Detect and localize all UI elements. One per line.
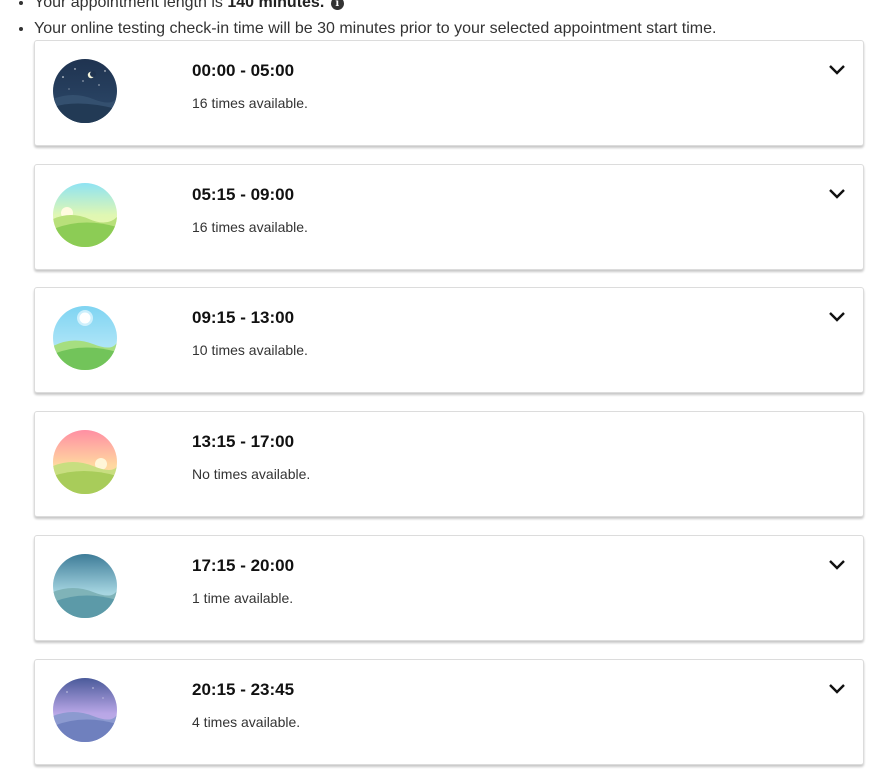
time-range: 20:15 - 23:45 [192,680,295,699]
chevron-down-icon[interactable] [827,678,847,698]
info-icon[interactable]: i [330,0,344,10]
chevron-down-icon[interactable] [827,183,847,203]
time-slot-card[interactable]: 17:15 - 20:00 1 time available. [34,535,864,641]
night-moon-icon [53,59,117,123]
time-slot-card[interactable]: 00:00 - 05:00 16 times available. [34,40,864,146]
appointment-length-value: 140 minutes. [227,0,325,11]
sunset-icon [53,430,117,494]
chevron-down-icon[interactable] [827,306,847,326]
appointment-length-item: Your appointment length is 140 minutes. … [34,0,890,16]
availability-text: 16 times available. [192,219,308,235]
time-range: 17:15 - 20:00 [192,556,295,575]
availability-text: 16 times available. [192,95,308,111]
appointment-info: Your appointment length is 140 minutes. … [0,0,890,42]
chevron-down-icon[interactable] [827,59,847,79]
sunrise-icon [53,183,117,247]
availability-text: 4 times available. [192,714,301,730]
time-slot-card: 13:15 - 17:00 No times available. [34,411,864,517]
time-range: 09:15 - 13:00 [192,308,295,327]
chevron-down-icon[interactable] [827,554,847,574]
availability-text: 10 times available. [192,342,308,358]
checkin-note-item: Your online testing check-in time will b… [34,16,890,42]
availability-text: No times available. [192,466,311,482]
availability-text: 1 time available. [192,590,294,606]
time-slot-card[interactable]: 09:15 - 13:00 10 times available. [34,287,864,393]
time-slot-card[interactable]: 05:15 - 09:00 16 times available. [34,164,864,270]
daytime-sun-icon [53,306,117,370]
time-range: 13:15 - 17:00 [192,432,295,451]
time-range: 05:15 - 09:00 [192,185,295,204]
time-range: 00:00 - 05:00 [192,61,295,80]
time-slot-card[interactable]: 20:15 - 23:45 4 times available. [34,659,864,765]
evening-hills-icon [53,554,117,618]
dusk-hills-icon [53,678,117,742]
